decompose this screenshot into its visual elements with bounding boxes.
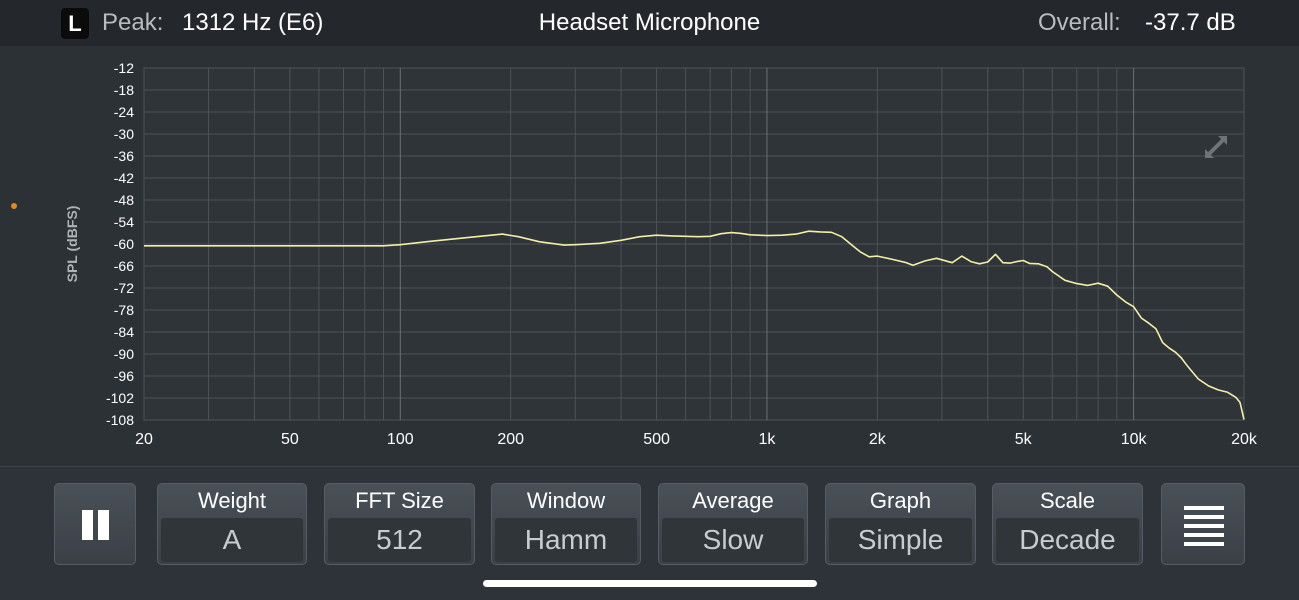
- x-tick-label: 200: [497, 431, 524, 448]
- y-tick-label: -108: [106, 412, 134, 428]
- y-axis-ticks: -12 -18 -24 -30 -36 -42 -48 -54 -60 -66 -72 -78 -84 -…: [106, 60, 134, 428]
- pause-button[interactable]: [54, 483, 136, 565]
- y-tick-label: -30: [114, 126, 134, 142]
- y-axis-label: SPL (dBFS): [64, 206, 80, 283]
- overall-value: -37.7 dB: [1145, 9, 1236, 36]
- scale-value: Decade: [996, 518, 1139, 562]
- average-button[interactable]: Average Slow: [658, 483, 808, 565]
- x-axis-ticks: 20 50 100 200 500 1k 2k 5k 10k 20k: [135, 431, 1258, 448]
- spectrum-chart: -12 -18 -24 -30 -36 -42 -48 -54 -60 -66 -72 -78 -84 -…: [64, 60, 1258, 448]
- y-tick-label: -66: [114, 258, 134, 274]
- window-button[interactable]: Window Hamm: [491, 483, 641, 565]
- menu-button[interactable]: [1161, 483, 1245, 565]
- x-tick-label: 5k: [1015, 431, 1033, 448]
- header-bar: L Peak: 1312 Hz (E6) Headset Microphone …: [0, 0, 1299, 46]
- y-tick-label: -60: [114, 236, 134, 252]
- y-tick-label: -36: [114, 148, 134, 164]
- graph-value: Simple: [829, 518, 972, 562]
- y-tick-label: -90: [114, 346, 134, 362]
- average-label: Average: [692, 488, 774, 513]
- spectrum-graph[interactable]: -12 -18 -24 -30 -36 -42 -48 -54 -60 -66 -72 -78 -84 -…: [0, 46, 1299, 466]
- y-tick-label: -42: [114, 170, 134, 186]
- x-tick-label: 1k: [759, 431, 777, 448]
- average-value: Slow: [662, 518, 804, 562]
- window-label: Window: [526, 488, 606, 513]
- y-tick-label: -96: [114, 368, 134, 384]
- fft-size-value: 512: [328, 518, 471, 562]
- x-tick-label: 2k: [869, 431, 887, 448]
- x-tick-label: 10k: [1121, 431, 1148, 448]
- y-tick-label: -102: [106, 390, 134, 406]
- weight-value: A: [161, 518, 303, 562]
- scale-button[interactable]: Scale Decade: [992, 483, 1143, 565]
- weight-label: Weight: [197, 488, 267, 513]
- y-tick-label: -54: [114, 214, 134, 230]
- y-tick-label: -48: [114, 192, 134, 208]
- weight-button[interactable]: Weight A: [157, 483, 307, 565]
- graph-button[interactable]: Graph Simple: [825, 483, 976, 565]
- expand-arrows-icon[interactable]: [1201, 132, 1231, 162]
- fft-size-button[interactable]: FFT Size 512: [324, 483, 475, 565]
- x-tick-label: 500: [643, 431, 670, 448]
- window-value: Hamm: [495, 518, 637, 562]
- overall-label: Overall:: [1038, 9, 1121, 36]
- y-tick-label: -84: [114, 324, 134, 340]
- x-tick-label: 20k: [1231, 431, 1258, 448]
- y-tick-label: -78: [114, 302, 134, 318]
- y-tick-label: -12: [114, 60, 134, 76]
- x-tick-label: 50: [281, 431, 299, 448]
- y-tick-label: -18: [114, 82, 134, 98]
- home-indicator[interactable]: [483, 580, 817, 587]
- fft-size-label: FFT Size: [355, 488, 444, 513]
- y-tick-label: -24: [114, 104, 134, 120]
- scale-label: Scale: [1039, 488, 1096, 513]
- graph-label: Graph: [869, 488, 932, 513]
- x-tick-label: 20: [135, 431, 153, 448]
- y-tick-label: -72: [114, 280, 134, 296]
- x-tick-label: 100: [387, 431, 414, 448]
